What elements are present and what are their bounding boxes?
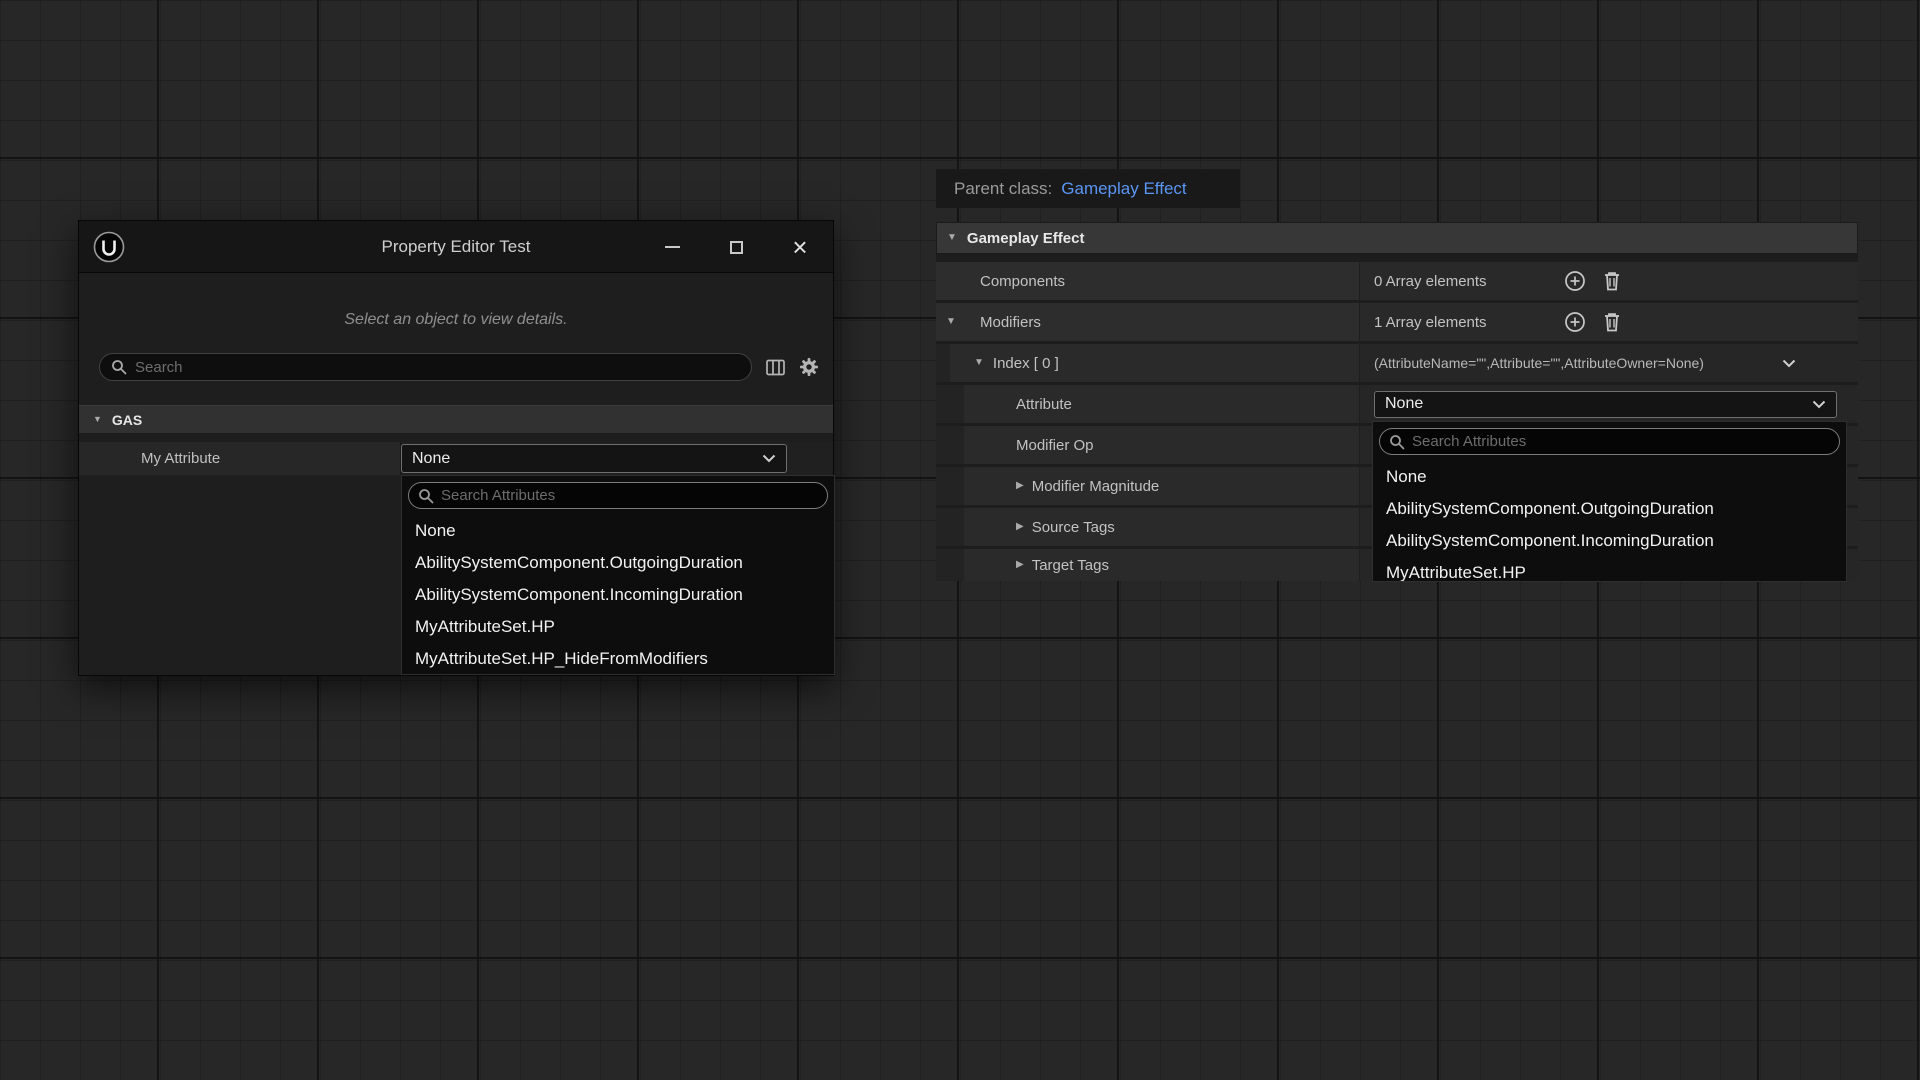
attribute-label: Attribute — [1016, 396, 1072, 413]
search-input[interactable] — [135, 359, 740, 376]
section-header-label: Gameplay Effect — [967, 230, 1085, 247]
dropdown-item[interactable]: AbilitySystemComponent.OutgoingDuration — [402, 547, 834, 579]
attribute-combobox[interactable]: None — [1374, 391, 1837, 418]
attribute-dropdown: None AbilitySystemComponent.OutgoingDura… — [401, 475, 835, 675]
expand-arrow-icon[interactable]: ▶ — [1016, 560, 1024, 570]
combobox-value: None — [412, 450, 450, 468]
source-tags-label: Source Tags — [1032, 519, 1115, 536]
minimize-icon — [665, 246, 680, 248]
my-attribute-row: My Attribute None — [79, 442, 833, 475]
components-label: Components — [936, 273, 1065, 290]
index-struct-value: (AttributeName="",Attribute="",Attribute… — [1374, 355, 1704, 371]
parent-class-bar: Parent class: Gameplay Effect — [936, 169, 1240, 208]
section-header-gameplay-effect[interactable]: ▼ Gameplay Effect — [936, 222, 1858, 254]
settings-gear-icon[interactable] — [799, 357, 819, 377]
attribute-search-input[interactable] — [1412, 433, 1830, 450]
category-gas[interactable]: ▼ GAS — [79, 405, 833, 433]
combobox-value: None — [1385, 395, 1423, 413]
components-count: 0 Array elements — [1374, 273, 1564, 290]
empty-details-hint: Select an object to view details. — [79, 311, 833, 329]
close-icon: × — [792, 236, 807, 258]
modifier-magnitude-label: Modifier Magnitude — [1032, 478, 1160, 495]
attribute-options-list: None AbilitySystemComponent.OutgoingDura… — [1373, 461, 1846, 582]
row-attribute: Attribute None — [936, 385, 1858, 426]
details-search-box[interactable] — [99, 353, 752, 381]
dropdown-item[interactable]: None — [402, 515, 834, 547]
minimize-button[interactable] — [661, 236, 683, 258]
dropdown-item[interactable]: AbilitySystemComponent.IncomingDuration — [402, 579, 834, 611]
search-icon — [1389, 434, 1405, 450]
dropdown-item[interactable]: None — [1373, 461, 1846, 493]
dropdown-item[interactable]: AbilitySystemComponent.IncomingDuration — [1373, 525, 1846, 557]
row-components: Components 0 Array elements — [936, 262, 1858, 303]
attribute-search-box[interactable] — [1379, 428, 1840, 455]
attribute-options-list: None AbilitySystemComponent.OutgoingDura… — [402, 515, 834, 675]
chevron-down-icon — [1812, 400, 1826, 409]
dropdown-item[interactable]: MyAttributeSet.HP_HideFromModifiers — [402, 643, 834, 675]
row-index-0: ▼ Index [ 0 ] (AttributeName="",Attribut… — [936, 344, 1858, 385]
attribute-search-box[interactable] — [408, 482, 828, 509]
window-titlebar[interactable]: Property Editor Test × — [79, 221, 833, 273]
search-icon — [111, 359, 127, 375]
close-button[interactable]: × — [789, 236, 811, 258]
chevron-down-icon[interactable] — [1782, 359, 1796, 368]
column-view-icon[interactable] — [766, 359, 785, 376]
parent-class-label: Parent class: — [954, 179, 1052, 199]
dropdown-item[interactable]: MyAttributeSet.HP — [1373, 557, 1846, 582]
chevron-down-icon — [762, 454, 776, 463]
attribute-search-input[interactable] — [441, 487, 818, 504]
expand-arrow-icon[interactable]: ▶ — [1016, 481, 1024, 491]
maximize-button[interactable] — [725, 236, 747, 258]
collapse-arrow-icon[interactable]: ▼ — [974, 358, 984, 368]
index-label: Index [ 0 ] — [993, 355, 1059, 372]
my-attribute-label: My Attribute — [79, 442, 401, 475]
row-modifiers: ▼ Modifiers 1 Array elements — [936, 303, 1858, 344]
blueprint-grid-background: Property Editor Test × Select an object … — [0, 0, 1920, 1080]
collapse-arrow-icon[interactable]: ▼ — [946, 317, 956, 327]
add-element-button[interactable] — [1564, 270, 1586, 292]
property-editor-test-window: Property Editor Test × Select an object … — [78, 220, 834, 676]
search-icon — [418, 488, 434, 504]
expand-arrow-icon[interactable]: ▶ — [1016, 522, 1024, 532]
collapse-arrow-icon[interactable]: ▼ — [947, 233, 957, 243]
parent-class-link[interactable]: Gameplay Effect — [1061, 179, 1186, 199]
collapse-arrow-icon[interactable]: ▼ — [93, 415, 102, 424]
dropdown-item[interactable]: AbilitySystemComponent.OutgoingDuration — [1373, 493, 1846, 525]
dropdown-item[interactable]: MyAttributeSet.HP — [402, 611, 834, 643]
clear-array-button[interactable] — [1602, 270, 1622, 292]
my-attribute-combobox[interactable]: None — [401, 444, 787, 473]
modifiers-count: 1 Array elements — [1374, 314, 1564, 331]
attribute-dropdown: None AbilitySystemComponent.OutgoingDura… — [1372, 421, 1847, 582]
modifier-op-label: Modifier Op — [1016, 437, 1094, 454]
target-tags-label: Target Tags — [1032, 557, 1109, 574]
add-element-button[interactable] — [1564, 311, 1586, 333]
category-label: GAS — [112, 412, 142, 428]
clear-array-button[interactable] — [1602, 311, 1622, 333]
maximize-icon — [730, 241, 743, 254]
